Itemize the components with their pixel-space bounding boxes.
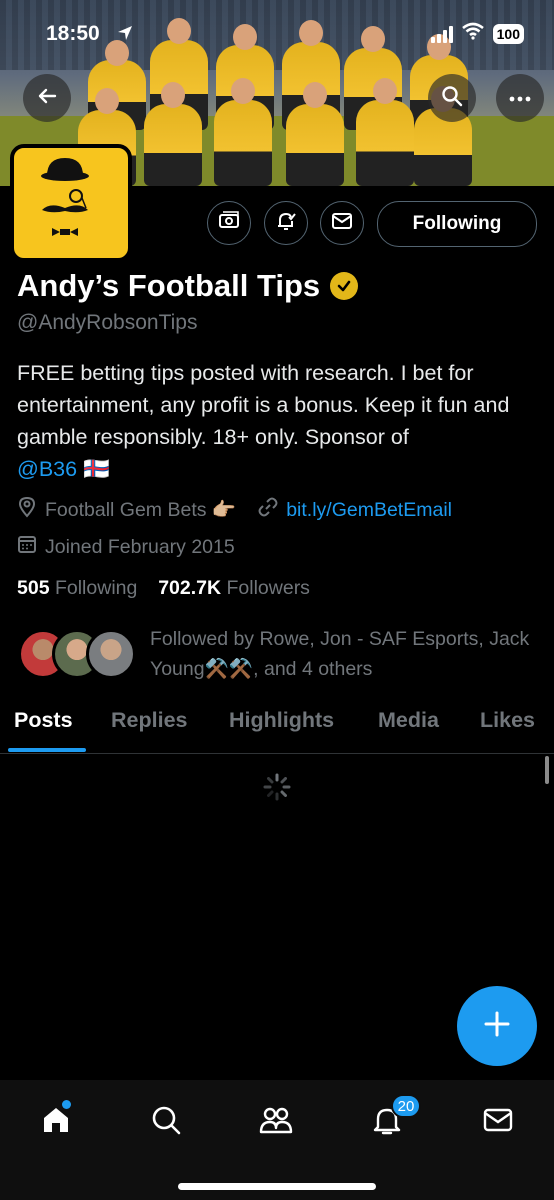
banner-player-head — [95, 88, 119, 114]
home-icon — [40, 1104, 72, 1141]
notifications-count-badge: 20 — [391, 1094, 421, 1118]
money-icon — [218, 210, 240, 236]
active-tab-indicator — [8, 748, 86, 752]
website-link[interactable]: bit.ly/GemBetEmail — [286, 499, 452, 522]
loading-spinner-icon — [262, 772, 292, 802]
nav-search[interactable] — [146, 1102, 186, 1142]
home-indicator[interactable] — [178, 1183, 376, 1190]
banner-player — [356, 100, 414, 186]
status-bar: 18:50 100 — [0, 0, 554, 70]
bell-check-icon — [275, 210, 297, 237]
search-icon — [150, 1104, 182, 1141]
cellular-signal-icon — [430, 25, 453, 43]
back-button[interactable] — [23, 74, 71, 122]
follow-counts: 505 Following 702.7K Followers — [17, 577, 310, 600]
home-unread-dot — [62, 1100, 71, 1109]
location-pin-icon — [17, 496, 37, 524]
envelope-icon — [331, 212, 353, 235]
nav-communities[interactable] — [256, 1102, 296, 1142]
search-icon — [441, 85, 463, 112]
tab-media[interactable]: Media — [378, 708, 439, 733]
message-button[interactable] — [320, 201, 364, 245]
location-text: Football Gem Bets 👉🏼 — [45, 499, 237, 521]
people-icon — [258, 1104, 294, 1141]
profile-tabs: Posts Replies Highlights Media Likes — [0, 700, 554, 754]
banner-player — [144, 104, 202, 186]
tab-replies[interactable]: Replies — [111, 708, 187, 733]
scrollbar[interactable] — [545, 756, 549, 784]
banner-player — [214, 100, 272, 186]
tab-posts[interactable]: Posts — [14, 708, 73, 733]
banner-player-head — [231, 78, 255, 104]
bio-flag: 🇫🇴 — [83, 457, 110, 481]
bio-text: FREE betting tips posted with research. … — [17, 361, 510, 449]
more-horizontal-icon — [509, 89, 531, 107]
envelope-icon — [482, 1106, 514, 1139]
profile-bio: FREE betting tips posted with research. … — [17, 357, 537, 485]
tab-likes[interactable]: Likes — [480, 708, 535, 733]
wifi-icon — [461, 22, 485, 45]
link-icon — [258, 497, 278, 523]
battery-indicator: 100 — [492, 23, 524, 44]
display-name: Andy’s Football Tips — [17, 268, 321, 303]
calendar-icon — [17, 534, 37, 560]
banner-player — [286, 104, 344, 186]
following-count-link[interactable]: 505 Following — [17, 577, 137, 599]
banner-player-head — [373, 78, 397, 104]
tab-highlights[interactable]: Highlights — [229, 708, 334, 733]
bio-mention-link[interactable]: @B36 — [17, 457, 77, 481]
verified-badge-icon[interactable] — [330, 272, 359, 300]
joined-text: Joined February 2015 — [45, 535, 235, 558]
location-arrow-icon — [116, 24, 134, 47]
plus-icon — [483, 1010, 511, 1043]
joined-row: Joined February 2015 — [17, 534, 235, 560]
followed-by-text[interactable]: Followed by Rowe, Jon - SAF Esports, Jac… — [150, 624, 540, 684]
arrow-left-icon — [36, 85, 58, 112]
gentleman-logo-icon — [41, 158, 89, 236]
profile-handle: @AndyRobsonTips — [17, 311, 198, 334]
nav-messages[interactable] — [478, 1102, 518, 1142]
more-options-button[interactable] — [496, 74, 544, 122]
notifications-toggle-button[interactable] — [264, 201, 308, 245]
status-time: 18:50 — [46, 22, 100, 45]
location-row: Football Gem Bets 👉🏼 bit.ly/GemBetEmail — [17, 496, 452, 524]
banner-player-head — [161, 82, 185, 108]
compose-post-button[interactable] — [457, 986, 537, 1066]
following-button[interactable]: Following — [377, 201, 537, 247]
search-profile-button[interactable] — [428, 74, 476, 122]
banner-player-head — [303, 82, 327, 108]
bottom-navigation — [0, 1080, 554, 1200]
nav-home[interactable] — [36, 1100, 76, 1142]
followers-count-link[interactable]: 702.7K Followers — [158, 577, 310, 599]
follower-avatar[interactable] — [86, 629, 136, 679]
profile-name-row: Andy’s Football Tips — [17, 268, 359, 304]
subscribe-button[interactable] — [207, 201, 251, 245]
profile-avatar[interactable] — [10, 144, 132, 262]
